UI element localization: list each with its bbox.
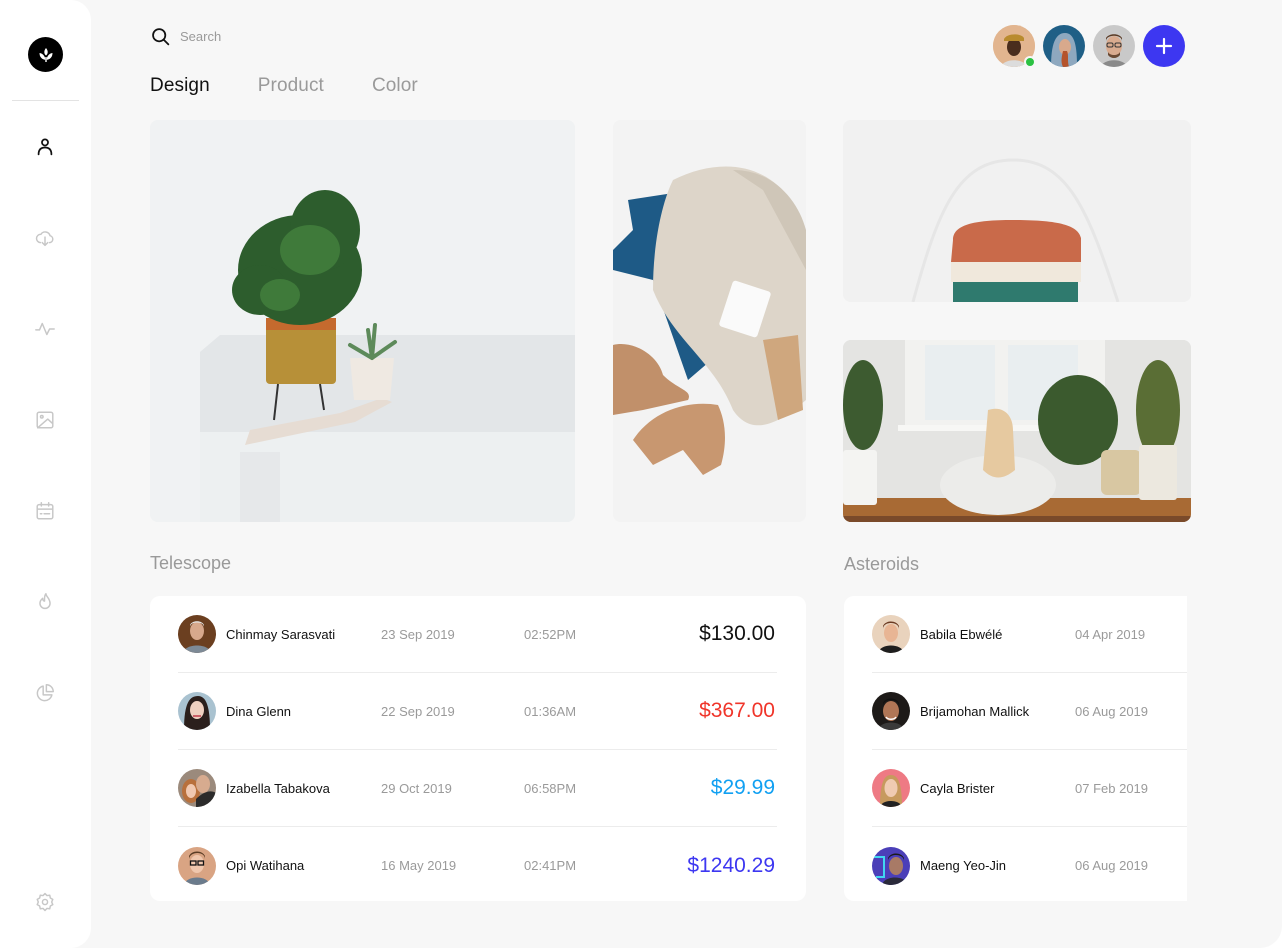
avatar xyxy=(872,615,910,653)
tab-product[interactable]: Product xyxy=(258,75,324,97)
table-row[interactable]: Izabella Tabakova 29 Oct 2019 06:58PM $2… xyxy=(178,750,777,827)
row-name: Izabella Tabakova xyxy=(226,780,330,796)
row-time: 02:41PM xyxy=(524,858,577,873)
add-collaborator-button[interactable] xyxy=(1143,25,1185,67)
row-time: 06:58PM xyxy=(524,780,577,796)
sidebar-item-calendar[interactable] xyxy=(33,499,57,523)
row-amount: $130.00 xyxy=(699,622,775,645)
category-tabs: Design Product Color xyxy=(150,75,466,97)
list-item[interactable]: Cayla Brister 07 Feb 2019 xyxy=(872,750,1187,827)
row-date: 06 Aug 2019 xyxy=(1075,703,1149,719)
row-time: 02:52PM xyxy=(524,626,577,642)
app-window: Design Product Color xyxy=(0,0,1282,948)
avatar[interactable] xyxy=(1043,25,1085,67)
telescope-section-title: Telescope xyxy=(150,553,232,573)
sidebar-item-cloud-download[interactable] xyxy=(33,226,57,250)
sidebar xyxy=(0,0,91,948)
row-name: Maeng Yeo-Jin xyxy=(920,858,1007,873)
avatar[interactable] xyxy=(1093,25,1135,67)
row-time: 01:36AM xyxy=(524,703,577,719)
table-row[interactable]: Dina Glenn 22 Sep 2019 01:36AM $367.00 xyxy=(178,673,777,750)
avatar xyxy=(872,769,910,807)
sidebar-item-activity[interactable] xyxy=(33,317,57,341)
list-item[interactable]: Babila Ebwélé 04 Apr 2019 xyxy=(872,596,1187,673)
row-name: Chinmay Sarasvati xyxy=(226,626,336,642)
avatar xyxy=(872,692,910,730)
activity-icon xyxy=(35,322,55,336)
avatar xyxy=(178,769,216,807)
pie-chart-icon xyxy=(36,684,54,702)
gallery-photo-sweaters[interactable] xyxy=(843,120,1191,302)
sidebar-item-settings[interactable] xyxy=(33,890,57,914)
asteroids-section-title: Asteroids xyxy=(844,554,920,574)
row-amount: $29.99 xyxy=(710,776,775,799)
gallery-photo-clothes[interactable] xyxy=(613,120,806,522)
row-amount: $367.00 xyxy=(699,699,775,722)
avatar xyxy=(872,846,910,885)
row-date: 16 May 2019 xyxy=(381,858,457,873)
row-name: Cayla Brister xyxy=(920,780,995,796)
avatar xyxy=(178,846,216,885)
avatar[interactable] xyxy=(993,25,1036,68)
sidebar-item-pie-chart[interactable] xyxy=(33,681,57,705)
user-icon xyxy=(37,138,53,156)
table-row[interactable]: Opi Watihana 16 May 2019 02:41PM $1240.2… xyxy=(178,827,777,904)
sidebar-item-image[interactable] xyxy=(33,408,57,432)
settings-icon xyxy=(36,892,54,912)
online-status-indicator xyxy=(1024,56,1036,68)
row-date: 23 Sep 2019 xyxy=(381,626,455,642)
image-icon xyxy=(36,411,54,429)
table-row[interactable]: Chinmay Sarasvati 23 Sep 2019 02:52PM $1… xyxy=(178,596,777,673)
avatar xyxy=(178,692,216,730)
gallery-photo-dog[interactable] xyxy=(843,340,1191,522)
fire-icon xyxy=(39,593,51,610)
tab-color[interactable]: Color xyxy=(372,75,418,97)
row-date: 07 Feb 2019 xyxy=(1075,780,1149,796)
leaf-logo-icon[interactable] xyxy=(28,37,63,72)
gallery-photo-plant[interactable] xyxy=(150,120,575,522)
sidebar-item-user[interactable] xyxy=(33,135,57,159)
row-name: Dina Glenn xyxy=(226,703,292,719)
row-date: 04 Apr 2019 xyxy=(1075,626,1146,642)
row-date: 06 Aug 2019 xyxy=(1075,858,1149,873)
plus-icon xyxy=(1155,37,1173,55)
collaborator-avatars xyxy=(993,25,1185,68)
tab-design[interactable]: Design xyxy=(150,75,210,97)
list-item[interactable]: Brijamohan Mallick 06 Aug 2019 xyxy=(872,673,1187,750)
sidebar-item-fire[interactable] xyxy=(33,590,57,614)
row-name: Brijamohan Mallick xyxy=(920,703,1030,719)
avatar xyxy=(178,615,216,653)
row-name: Opi Watihana xyxy=(226,858,305,873)
sidebar-divider xyxy=(12,100,79,101)
search-bar[interactable] xyxy=(150,24,390,48)
calendar-icon xyxy=(36,502,54,520)
asteroids-list-card: Babila Ebwélé 04 Apr 2019 Brijamohan Mal… xyxy=(844,596,1187,901)
cloud-download-icon xyxy=(35,231,54,247)
row-name: Babila Ebwélé xyxy=(920,626,1003,642)
row-date: 29 Oct 2019 xyxy=(381,780,452,796)
search-icon xyxy=(152,27,170,45)
search-input[interactable] xyxy=(180,28,360,44)
row-amount: $1240.29 xyxy=(687,853,775,877)
row-date: 22 Sep 2019 xyxy=(381,703,455,719)
list-item[interactable]: Maeng Yeo-Jin 06 Aug 2019 xyxy=(872,827,1187,904)
telescope-transactions-card: Chinmay Sarasvati 23 Sep 2019 02:52PM $1… xyxy=(150,596,806,901)
